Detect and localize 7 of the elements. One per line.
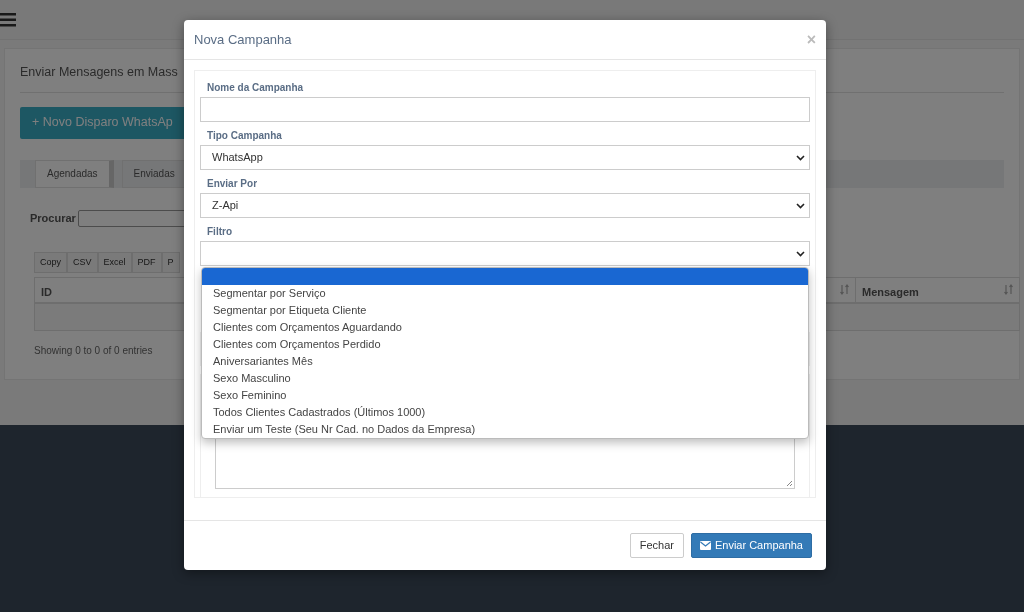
- field-label: Nome da Campanha: [206, 81, 305, 95]
- page-title: Enviar Mensagens em Mass: [20, 64, 178, 81]
- search-label: Procurar: [30, 211, 76, 226]
- modal-title: Nova Campanha: [194, 30, 292, 49]
- table-info: Showing 0 to 0 of 0 entries: [34, 343, 153, 358]
- field-label: Enviar Por: [206, 177, 259, 191]
- field-label: Filtro: [206, 225, 233, 239]
